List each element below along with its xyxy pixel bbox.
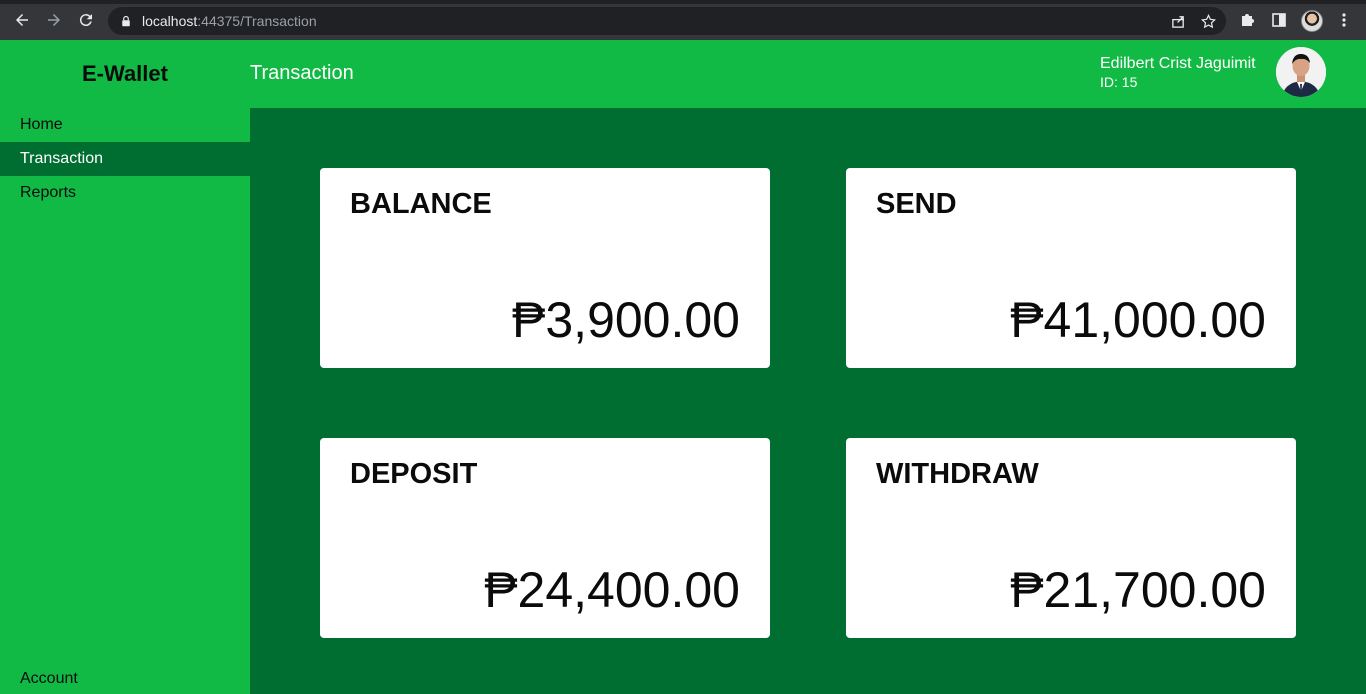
withdraw-card[interactable]: WITHDRAW ₱21,700.00	[846, 438, 1296, 638]
browser-chrome: localhost:44375/Transaction	[0, 0, 1366, 40]
card-amount: ₱24,400.00	[484, 562, 740, 618]
forward-arrow-icon[interactable]	[44, 10, 64, 30]
page-title: Transaction	[250, 62, 354, 84]
sidebar-item-account[interactable]: Account	[0, 662, 250, 694]
deposit-card[interactable]: DEPOSIT ₱24,400.00	[320, 438, 770, 638]
card-label: DEPOSIT	[350, 458, 478, 490]
profile-avatar-icon[interactable]	[1301, 10, 1323, 32]
url-text: localhost:44375/Transaction	[142, 13, 317, 29]
card-label: WITHDRAW	[876, 458, 1039, 490]
card-label: BALANCE	[350, 188, 492, 220]
back-arrow-icon[interactable]	[12, 10, 32, 30]
sidebar: Home Transaction Reports Account	[0, 108, 250, 694]
sidebar-item-home[interactable]: Home	[0, 108, 250, 142]
reload-icon[interactable]	[76, 10, 96, 30]
extensions-puzzle-icon[interactable]	[1238, 11, 1256, 29]
balance-card: BALANCE ₱3,900.00	[320, 168, 770, 368]
card-amount: ₱21,700.00	[1010, 562, 1266, 618]
lock-icon	[120, 14, 134, 28]
bookmark-star-icon[interactable]	[1200, 13, 1216, 29]
menu-kebab-icon[interactable]	[1335, 11, 1353, 29]
sidebar-item-reports[interactable]: Reports	[0, 176, 250, 210]
app-header: E-Wallet Transaction Edilbert Crist Jagu…	[0, 40, 1366, 108]
address-bar[interactable]: localhost:44375/Transaction	[108, 7, 1226, 35]
brand-logo-text[interactable]: E-Wallet	[0, 40, 250, 108]
user-name: Edilbert Crist Jaguimit	[1100, 55, 1256, 72]
card-label: SEND	[876, 188, 957, 220]
avatar[interactable]	[1276, 47, 1326, 97]
user-id: ID: 15	[1100, 74, 1138, 90]
user-info: Edilbert Crist Jaguimit ID: 15	[1100, 55, 1256, 91]
side-panel-icon[interactable]	[1270, 11, 1288, 29]
card-amount: ₱41,000.00	[1010, 292, 1266, 348]
card-amount: ₱3,900.00	[512, 292, 740, 348]
send-card[interactable]: SEND ₱41,000.00	[846, 168, 1296, 368]
sidebar-item-transaction[interactable]: Transaction	[0, 142, 250, 176]
tab-strip	[0, 0, 1366, 4]
share-icon[interactable]	[1170, 13, 1186, 29]
